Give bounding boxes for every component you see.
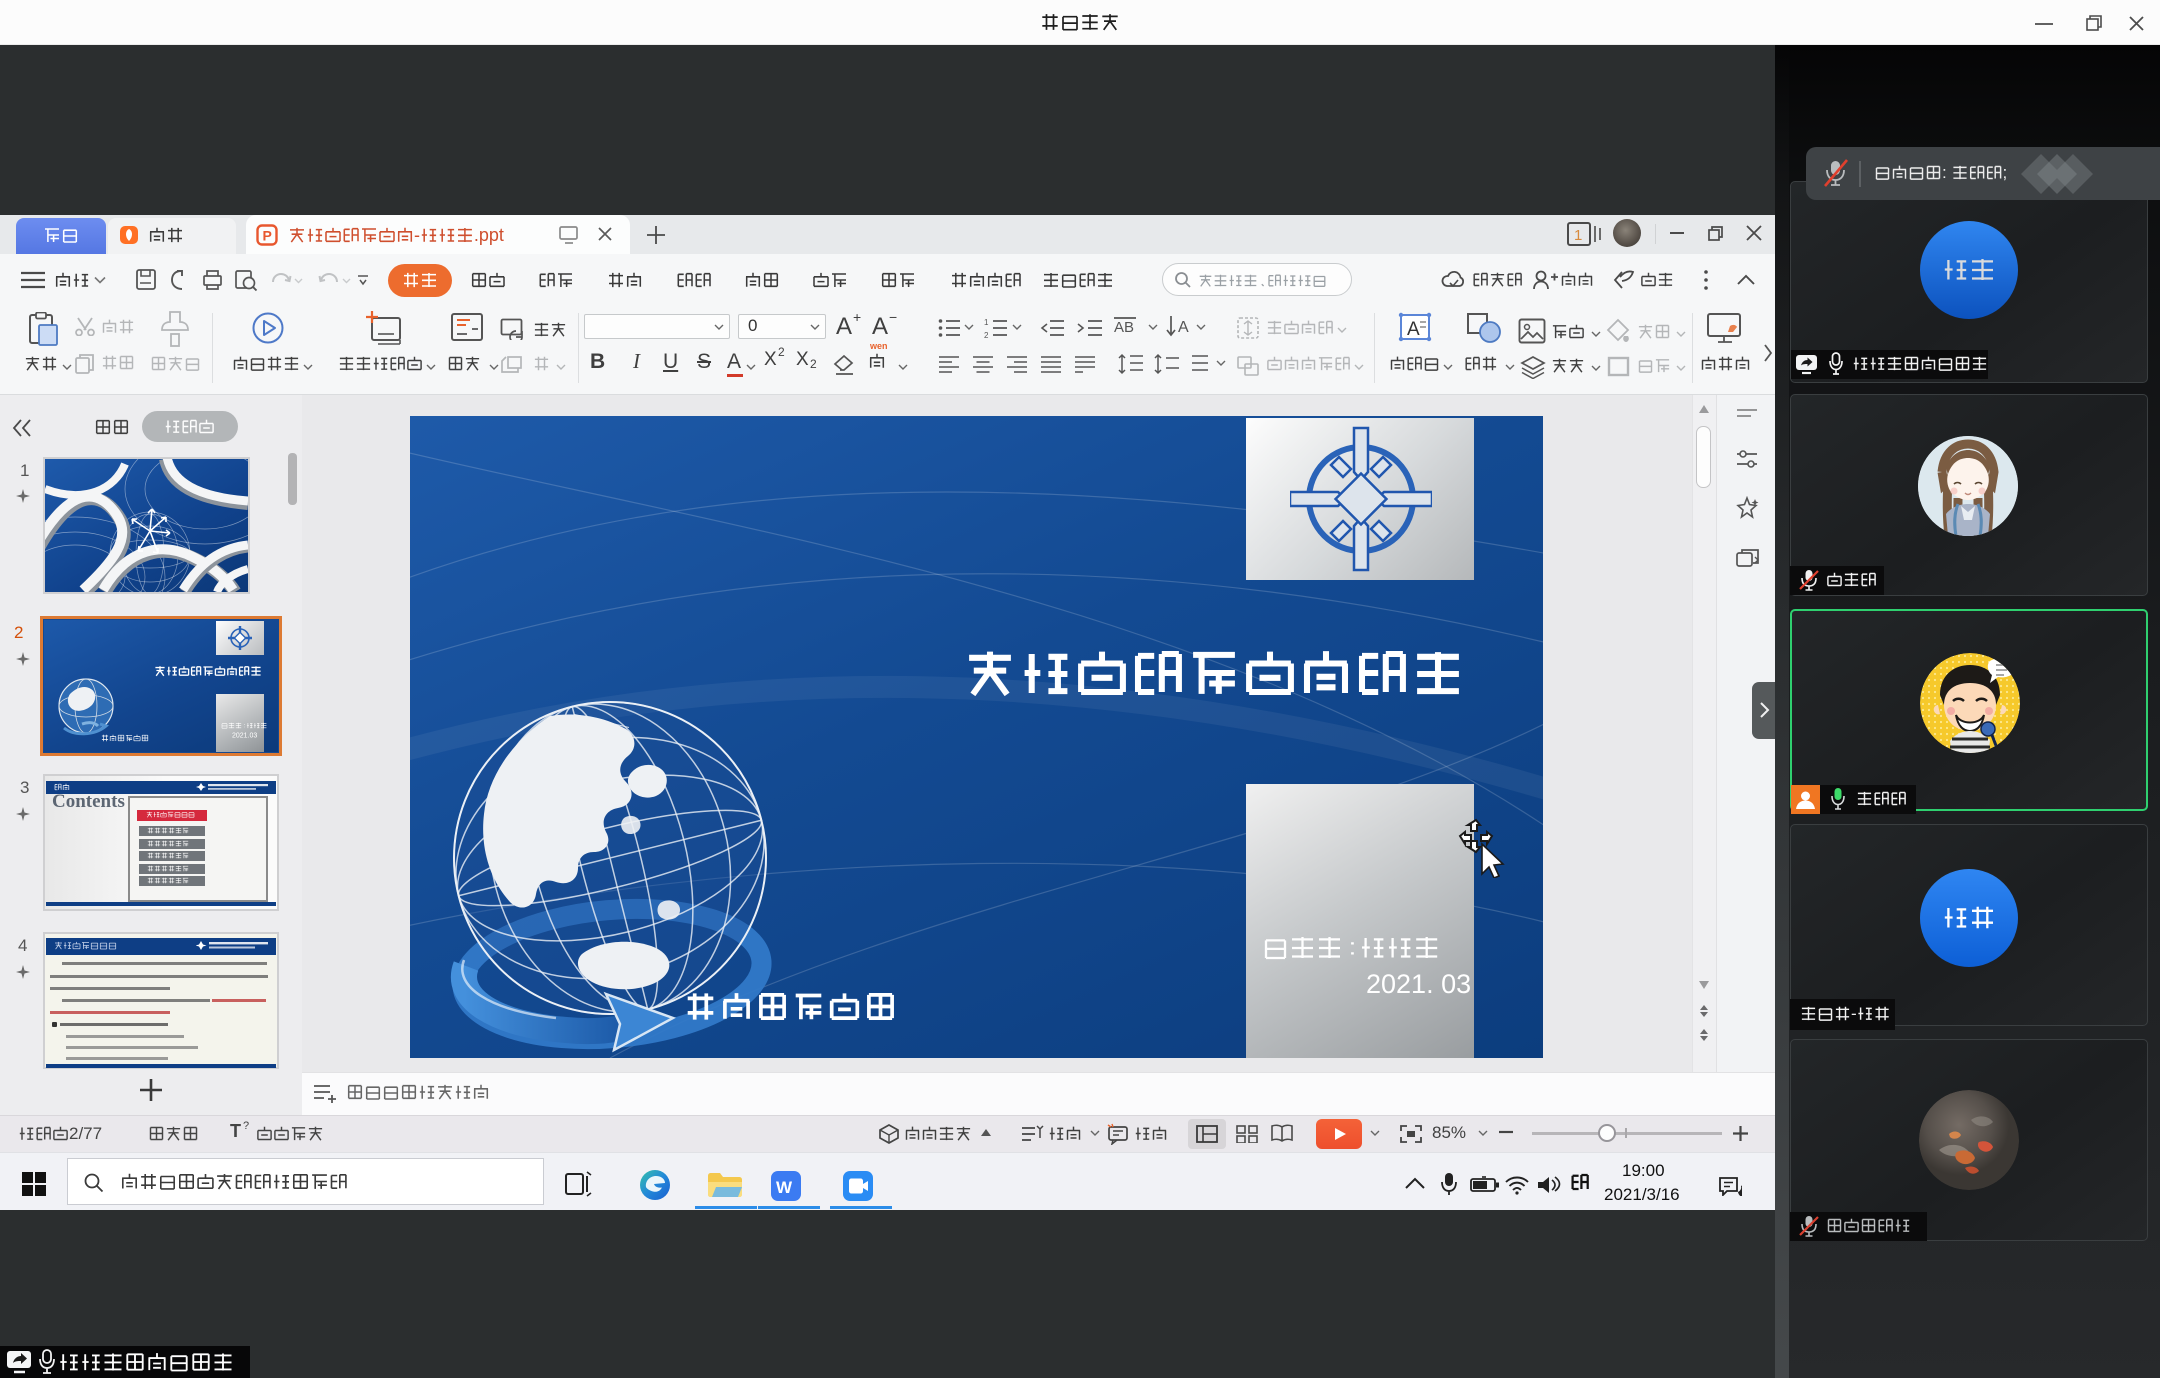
svg-text::: : (1942, 164, 1947, 182)
svg-text:P: P (263, 228, 272, 244)
svg-text:2: 2 (984, 331, 989, 338)
svg-text:2021.03: 2021.03 (232, 733, 257, 740)
svg-text:A: A (1407, 319, 1420, 340)
svg-text:.ppt: .ppt (474, 226, 504, 245)
svg-text:;: ; (2003, 164, 2008, 182)
svg-text:2/77: 2/77 (69, 1125, 102, 1143)
svg-text:W: W (776, 1178, 793, 1197)
svg-text:-: - (414, 226, 420, 245)
svg-text:1: 1 (984, 318, 989, 327)
svg-text:AB: AB (1114, 319, 1134, 336)
svg-text:A: A (1178, 319, 1189, 336)
svg-text:1: 1 (1574, 227, 1582, 244)
svg-text:-: - (1851, 1005, 1857, 1023)
